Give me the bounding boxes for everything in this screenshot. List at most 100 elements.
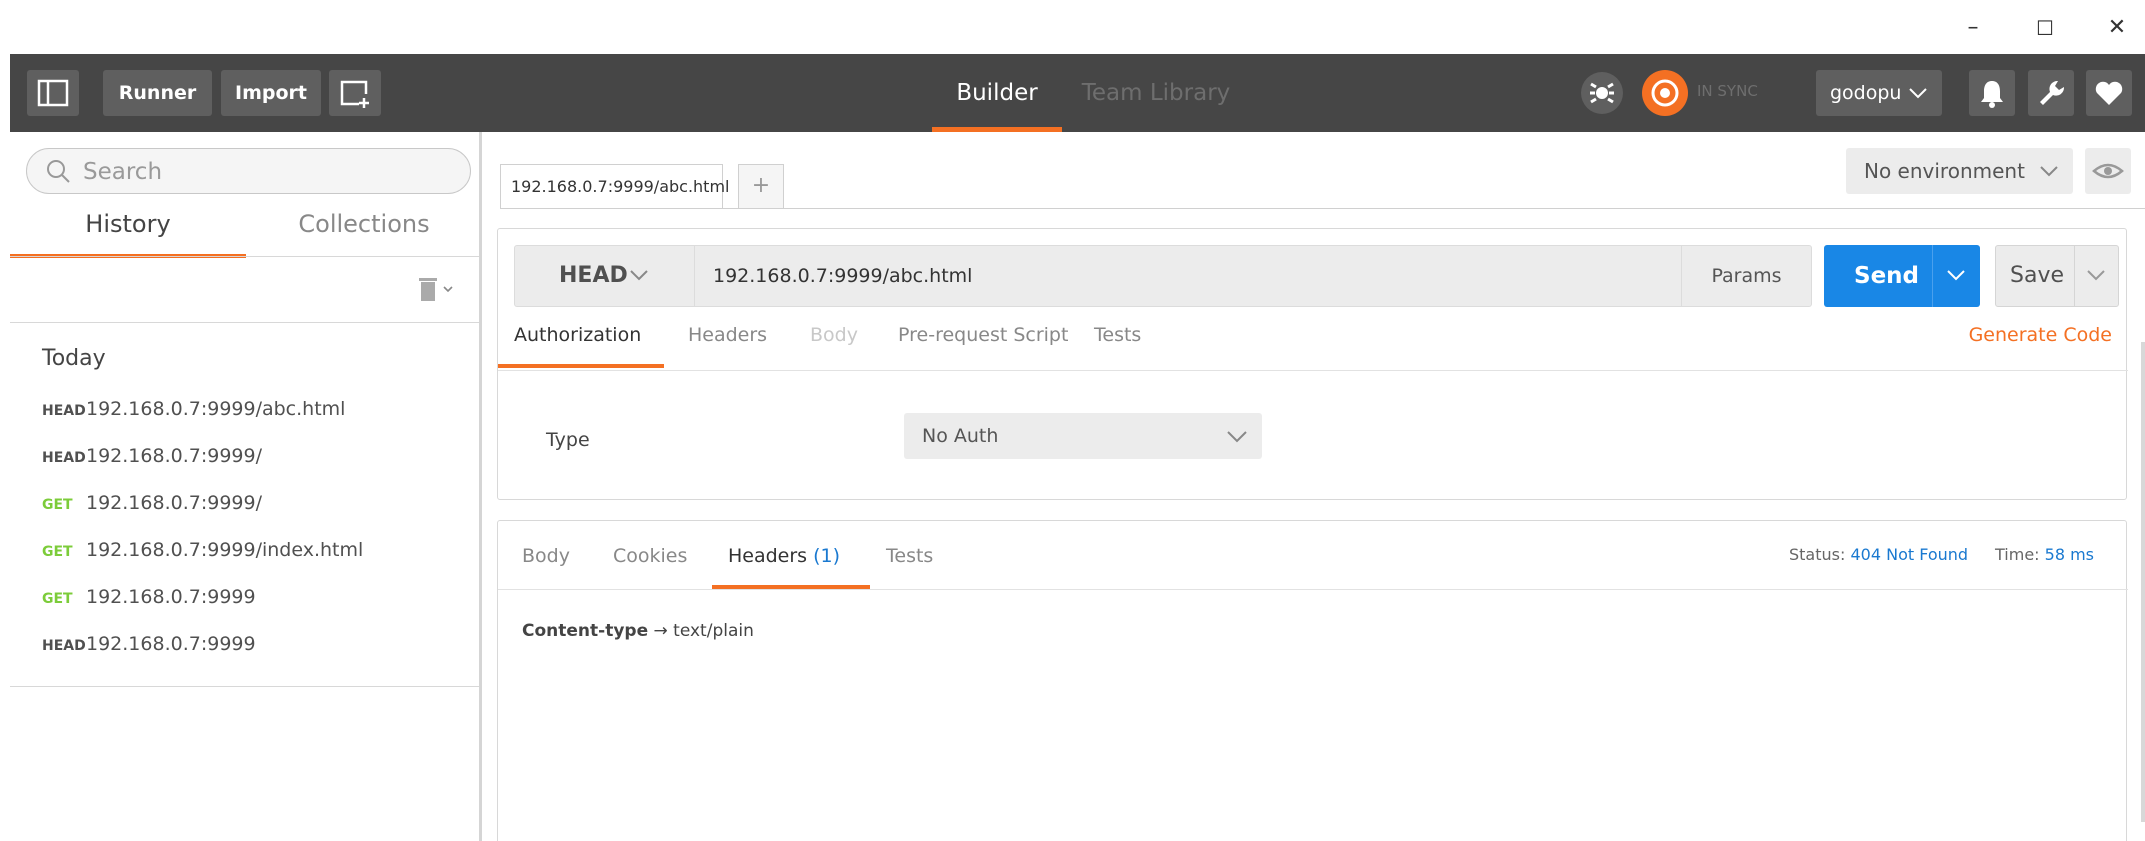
tab-history-label: History <box>85 210 171 238</box>
history-item[interactable]: HEAD192.168.0.7:9999 <box>42 633 256 655</box>
user-menu-button[interactable]: godopu <box>1816 70 1942 116</box>
maximize-button[interactable]: ☐ <box>2025 12 2065 44</box>
chevron-down-icon <box>2040 166 2058 177</box>
sync-icon <box>1651 79 1679 107</box>
maximize-icon: ☐ <box>2036 16 2054 40</box>
divider <box>10 256 479 257</box>
sidebar-toggle-button[interactable] <box>27 70 79 116</box>
search-field[interactable]: Search <box>26 148 471 194</box>
divider <box>10 322 479 323</box>
method-badge: GET <box>42 591 73 607</box>
method-badge: HEAD <box>42 638 86 654</box>
history-url: 192.168.0.7:9999 <box>86 633 256 655</box>
history-url: 192.168.0.7:9999 <box>86 586 256 608</box>
environment-quick-look-button[interactable] <box>2085 148 2131 194</box>
minimize-button[interactable]: – <box>1953 12 1993 44</box>
method-select[interactable]: HEAD <box>515 246 695 306</box>
status-label: Status: <box>1789 545 1846 564</box>
main-panel: 192.168.0.7:9999/abc.html + No environme… <box>485 132 2145 841</box>
tab-builder[interactable]: Builder <box>932 54 1062 132</box>
tab-response-tests[interactable]: Tests <box>886 545 933 589</box>
active-tab-indicator <box>498 364 664 368</box>
sidebar-toggle-icon <box>37 79 69 107</box>
tab-collections[interactable]: Collections <box>246 210 482 256</box>
import-button[interactable]: Import <box>221 70 321 116</box>
tab-collections-label: Collections <box>298 210 430 238</box>
url-input[interactable]: 192.168.0.7:9999/abc.html <box>713 246 972 306</box>
response-header-row: Content-type → text/plain <box>522 621 754 641</box>
history-url: 192.168.0.7:9999/index.html <box>86 539 364 561</box>
response-status: Status: 404 Not Found <box>1789 545 1968 564</box>
generate-code-link[interactable]: Generate Code <box>1969 324 2112 346</box>
time-label: Time: <box>1995 545 2040 564</box>
notifications-button[interactable] <box>1969 70 2015 116</box>
status-value: 404 Not Found <box>1850 545 1969 564</box>
divider <box>1932 245 1933 307</box>
tab-body[interactable]: Body <box>810 324 858 370</box>
tab-team-library-label: Team Library <box>1081 80 1231 106</box>
new-window-icon <box>340 80 369 108</box>
tab-history[interactable]: History <box>10 210 246 258</box>
params-button[interactable]: Params <box>1681 246 1811 306</box>
header-value: text/plain <box>673 621 754 641</box>
response-time: Time: 58 ms <box>1995 545 2094 564</box>
support-button[interactable] <box>2086 70 2132 116</box>
tab-response-cookies[interactable]: Cookies <box>613 545 687 589</box>
chevron-down-icon <box>1909 88 1927 99</box>
add-tab-button[interactable]: + <box>738 164 784 208</box>
plus-icon: + <box>751 173 771 198</box>
tab-response-headers[interactable]: Headers (1) <box>712 545 870 589</box>
runner-button[interactable]: Runner <box>103 70 212 116</box>
environment-value: No environment <box>1864 159 2025 183</box>
time-value: 58 ms <box>2044 545 2095 564</box>
method-value: HEAD <box>559 263 628 288</box>
send-button[interactable]: Send <box>1824 245 1980 307</box>
history-item[interactable]: GET 192.168.0.7:9999/ <box>42 492 262 514</box>
chevron-down-icon <box>1947 270 1965 281</box>
bell-icon <box>1981 81 2003 108</box>
request-bar: HEAD 192.168.0.7:9999/abc.html Params <box>514 245 1812 307</box>
history-url: 192.168.0.7:9999/ <box>86 492 262 514</box>
chevron-down-icon <box>2087 270 2105 281</box>
divider <box>498 589 2128 590</box>
auth-type-label: Type <box>546 429 590 451</box>
auth-type-select[interactable]: No Auth <box>904 413 1262 459</box>
wrench-icon <box>2040 80 2065 105</box>
clear-history-button[interactable] <box>414 274 460 304</box>
history-url: 192.168.0.7:9999/ <box>86 445 262 467</box>
tab-authorization[interactable]: Authorization <box>498 324 664 370</box>
history-group-label: Today <box>42 346 106 371</box>
history-item[interactable]: GET 192.168.0.7:9999 <box>42 586 256 608</box>
search-input[interactable]: Search <box>83 159 162 185</box>
divider <box>498 370 2128 371</box>
tab-builder-label: Builder <box>956 80 1038 106</box>
settings-button[interactable] <box>2028 70 2074 116</box>
method-badge: HEAD <box>42 403 86 419</box>
search-icon <box>47 160 70 183</box>
tab-tests[interactable]: Tests <box>1094 324 1141 370</box>
tab-team-library[interactable]: Team Library <box>1076 54 1236 132</box>
sidebar: Search History Collections Today HEAD192… <box>10 132 482 841</box>
new-window-button[interactable] <box>329 70 381 116</box>
history-item[interactable]: HEAD192.168.0.7:9999/abc.html <box>42 398 345 420</box>
arrow-icon: → <box>653 621 668 641</box>
tab-pre-request-script[interactable]: Pre-request Script <box>898 324 1068 370</box>
environment-select[interactable]: No environment <box>1846 148 2073 194</box>
auth-type-value: No Auth <box>922 425 999 447</box>
request-builder: HEAD 192.168.0.7:9999/abc.html Params Se… <box>497 228 2128 500</box>
tab-headers[interactable]: Headers <box>688 324 767 370</box>
heart-icon <box>2095 81 2123 105</box>
interceptor-button[interactable] <box>1581 72 1623 114</box>
scrollbar[interactable] <box>2141 342 2145 822</box>
trash-icon <box>419 278 453 301</box>
history-item[interactable]: HEAD192.168.0.7:9999/ <box>42 445 262 467</box>
sync-button[interactable] <box>1642 70 1688 116</box>
history-item[interactable]: GET 192.168.0.7:9999/index.html <box>42 539 363 561</box>
tab-response-body[interactable]: Body <box>522 545 570 589</box>
method-badge: GET <box>42 497 73 513</box>
chevron-down-icon <box>630 270 648 281</box>
save-button[interactable]: Save <box>1995 245 2119 307</box>
history-url: 192.168.0.7:9999/abc.html <box>86 398 346 420</box>
close-window-button[interactable]: ✕ <box>2097 12 2137 44</box>
request-tab[interactable]: 192.168.0.7:9999/abc.html <box>500 164 729 208</box>
